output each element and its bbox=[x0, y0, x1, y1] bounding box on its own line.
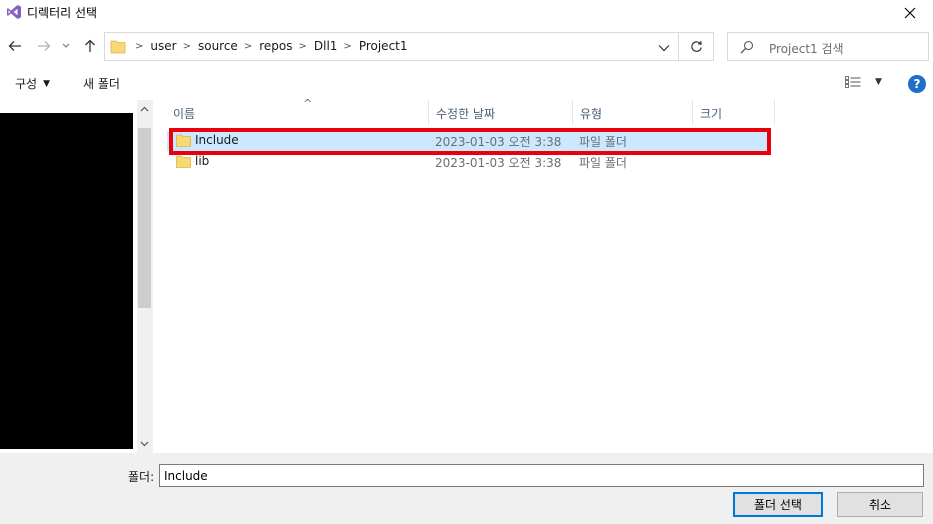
refresh-button[interactable] bbox=[679, 32, 714, 61]
cancel-button[interactable]: 취소 bbox=[837, 492, 923, 517]
caret-down-icon: ▼ bbox=[875, 77, 882, 87]
search-icon bbox=[740, 40, 754, 54]
back-button[interactable] bbox=[5, 35, 25, 57]
file-row-lib[interactable]: lib 2023-01-03 오전 3:38 파일 폴더 bbox=[167, 152, 769, 172]
breadcrumb-separator-icon[interactable]: > bbox=[244, 41, 252, 52]
chevron-down-icon bbox=[658, 45, 670, 52]
column-header-date[interactable]: 수정한 날짜 bbox=[429, 100, 573, 125]
command-bar: 구성 ▼ 새 폴더 ▼ ? bbox=[0, 67, 933, 100]
column-header-type[interactable]: 유형 bbox=[573, 100, 693, 125]
navigation-bar: > user > source > repos > Dll1 > Project1 Project… bbox=[0, 29, 933, 65]
title-bar: 디렉터리 선택 bbox=[0, 0, 933, 26]
folder-icon bbox=[110, 40, 126, 54]
details-view-icon bbox=[845, 76, 861, 88]
folder-label: 폴더: bbox=[128, 470, 155, 484]
scroll-down-button[interactable] bbox=[137, 437, 152, 451]
chevron-down-icon bbox=[62, 43, 70, 48]
breadcrumb-separator-icon[interactable]: > bbox=[135, 41, 143, 52]
breadcrumb-separator-icon[interactable]: > bbox=[343, 41, 351, 52]
breadcrumb-item[interactable]: source bbox=[198, 39, 238, 53]
select-folder-button[interactable]: 폴더 선택 bbox=[733, 492, 823, 517]
column-header-row: 이름 ^ 수정한 날짜 유형 크기 bbox=[156, 97, 933, 125]
search-input[interactable]: Project1 검색 bbox=[727, 32, 929, 61]
address-bar[interactable]: > user > source > repos > Dll1 > Project1 bbox=[104, 32, 679, 61]
file-name: Include bbox=[195, 133, 239, 147]
up-arrow-icon bbox=[85, 39, 95, 52]
new-folder-button[interactable]: 새 폴더 bbox=[83, 75, 120, 92]
breadcrumb-item[interactable]: Project1 bbox=[359, 39, 408, 53]
change-view-button[interactable]: ▼ bbox=[845, 76, 882, 88]
file-date: 2023-01-03 오전 3:38 bbox=[435, 135, 562, 149]
file-type: 파일 폴더 bbox=[579, 135, 627, 149]
breadcrumb-item[interactable]: Dll1 bbox=[314, 39, 338, 53]
chevron-up-icon bbox=[140, 106, 149, 112]
folder-name-input[interactable] bbox=[159, 464, 924, 487]
sort-ascending-icon: ^ bbox=[303, 97, 313, 110]
column-name-label: 이름 bbox=[173, 107, 196, 121]
file-type: 파일 폴더 bbox=[579, 156, 627, 170]
column-header-size[interactable]: 크기 bbox=[693, 100, 775, 125]
file-date: 2023-01-03 오전 3:38 bbox=[435, 156, 562, 170]
navigation-scrollbar[interactable] bbox=[137, 100, 152, 453]
organize-label: 구성 bbox=[15, 77, 38, 91]
organize-button[interactable]: 구성 ▼ bbox=[15, 75, 50, 92]
visual-studio-icon bbox=[7, 5, 21, 19]
breadcrumb-item[interactable]: user bbox=[150, 39, 176, 53]
search-placeholder: Project1 검색 bbox=[769, 42, 844, 56]
folder-icon bbox=[176, 134, 191, 147]
close-button[interactable] bbox=[887, 0, 933, 26]
file-name: lib bbox=[195, 154, 210, 168]
chevron-down-icon bbox=[140, 441, 149, 447]
forward-arrow-icon bbox=[38, 41, 51, 51]
breadcrumb: > user > source > repos > Dll1 > Project1 bbox=[129, 39, 408, 53]
close-icon bbox=[904, 7, 916, 19]
refresh-icon bbox=[690, 40, 702, 52]
folder-icon bbox=[176, 155, 191, 168]
forward-button[interactable] bbox=[34, 35, 54, 57]
column-header-name[interactable]: 이름 ^ bbox=[166, 97, 429, 125]
up-button[interactable] bbox=[80, 35, 100, 57]
redacted-region bbox=[0, 113, 133, 449]
breadcrumb-separator-icon[interactable]: > bbox=[298, 41, 306, 52]
file-row-include[interactable]: Include 2023-01-03 오전 3:38 파일 폴더 bbox=[167, 131, 769, 151]
file-list: 이름 ^ 수정한 날짜 유형 크기 Include 2023-01-03 오전 … bbox=[156, 97, 933, 453]
back-arrow-icon bbox=[8, 41, 21, 51]
scrollbar-thumb[interactable] bbox=[138, 128, 151, 308]
navigation-pane bbox=[0, 100, 152, 453]
help-button[interactable]: ? bbox=[908, 75, 926, 93]
breadcrumb-item[interactable]: repos bbox=[259, 39, 292, 53]
breadcrumb-separator-icon[interactable]: > bbox=[183, 41, 191, 52]
caret-down-icon: ▼ bbox=[43, 78, 51, 89]
dialog-footer: 폴더: 폴더 선택 취소 bbox=[0, 453, 933, 524]
address-history-button[interactable] bbox=[654, 40, 674, 56]
scroll-up-button[interactable] bbox=[137, 102, 152, 116]
window-title: 디렉터리 선택 bbox=[27, 6, 98, 20]
recent-locations-button[interactable] bbox=[59, 35, 73, 57]
